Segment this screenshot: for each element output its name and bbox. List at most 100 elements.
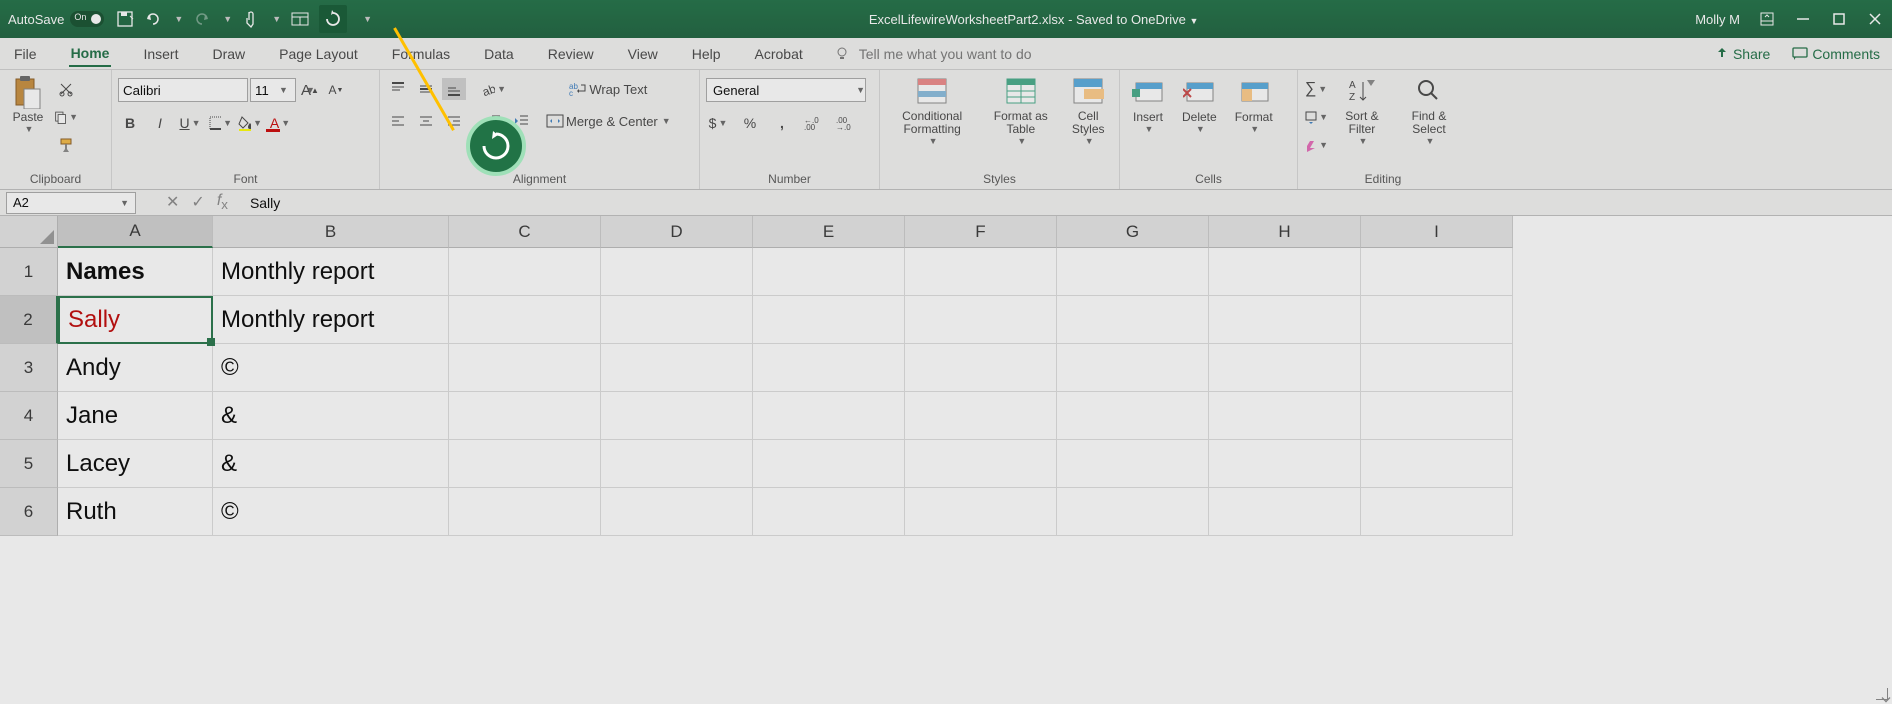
cell-B5[interactable]: &: [213, 440, 449, 488]
align-left-icon[interactable]: [386, 110, 410, 132]
border-icon[interactable]: ▼: [208, 112, 232, 134]
cell-B4[interactable]: &: [213, 392, 449, 440]
cell-A6[interactable]: Ruth: [58, 488, 213, 536]
cell-A5[interactable]: Lacey: [58, 440, 213, 488]
underline-icon[interactable]: U▼: [178, 112, 202, 134]
repeat-icon[interactable]: [319, 5, 347, 33]
comma-icon[interactable]: ,: [770, 112, 794, 134]
sum-icon[interactable]: ∑▼: [1304, 78, 1328, 100]
tab-formulas[interactable]: Formulas: [390, 42, 452, 66]
cell-B1[interactable]: Monthly report: [213, 248, 449, 296]
comments-button[interactable]: Comments: [1792, 46, 1880, 62]
tab-review[interactable]: Review: [546, 42, 596, 66]
conditional-formatting-button[interactable]: Conditional Formatting▼: [886, 74, 978, 148]
cell-F1[interactable]: [905, 248, 1057, 296]
select-all-corner[interactable]: [0, 216, 58, 248]
cell-H6[interactable]: [1209, 488, 1361, 536]
autosave[interactable]: AutoSave On: [8, 11, 104, 27]
column-header-B[interactable]: B: [213, 216, 449, 248]
cell-I2[interactable]: [1361, 296, 1513, 344]
user-name[interactable]: Molly M: [1695, 12, 1740, 27]
cell-A2[interactable]: Sally: [58, 296, 213, 344]
cell-I5[interactable]: [1361, 440, 1513, 488]
tab-file[interactable]: File: [12, 42, 39, 66]
cell-G2[interactable]: [1057, 296, 1209, 344]
cell-G1[interactable]: [1057, 248, 1209, 296]
row-header-2[interactable]: 2: [0, 296, 58, 344]
cell-G6[interactable]: [1057, 488, 1209, 536]
cell-H5[interactable]: [1209, 440, 1361, 488]
copy-icon[interactable]: ▼: [54, 106, 78, 128]
cell-B3[interactable]: ©: [213, 344, 449, 392]
row-header-3[interactable]: 3: [0, 344, 58, 392]
row-header-6[interactable]: 6: [0, 488, 58, 536]
cell-F3[interactable]: [905, 344, 1057, 392]
cell-E6[interactable]: [753, 488, 905, 536]
cell-A4[interactable]: Jane: [58, 392, 213, 440]
cell-F2[interactable]: [905, 296, 1057, 344]
decrease-decimal-icon[interactable]: .00→.0: [834, 112, 858, 134]
cell-B6[interactable]: ©: [213, 488, 449, 536]
cell-B2[interactable]: Monthly report: [213, 296, 449, 344]
cell-H4[interactable]: [1209, 392, 1361, 440]
cancel-formula-icon[interactable]: ✕: [166, 192, 179, 212]
enter-formula-icon[interactable]: ✓: [191, 192, 204, 212]
cell-F5[interactable]: [905, 440, 1057, 488]
tab-home[interactable]: Home: [69, 41, 112, 67]
cell-E3[interactable]: [753, 344, 905, 392]
tab-page-layout[interactable]: Page Layout: [277, 42, 360, 66]
italic-icon[interactable]: I: [148, 112, 172, 134]
cell-C2[interactable]: [449, 296, 601, 344]
ribbon-options-icon[interactable]: [1758, 10, 1776, 28]
format-painter-icon[interactable]: [54, 134, 78, 156]
tab-insert[interactable]: Insert: [141, 42, 180, 66]
merge-center-button[interactable]: Merge & Center▼: [546, 110, 671, 132]
cell-C6[interactable]: [449, 488, 601, 536]
cut-icon[interactable]: [54, 78, 78, 100]
font-color-icon[interactable]: A▼: [268, 112, 292, 134]
align-bottom-icon[interactable]: [442, 78, 466, 100]
column-header-D[interactable]: D: [601, 216, 753, 248]
cell-D6[interactable]: [601, 488, 753, 536]
increase-decimal-icon[interactable]: ←.0.00: [802, 112, 826, 134]
cell-E1[interactable]: [753, 248, 905, 296]
cell-C1[interactable]: [449, 248, 601, 296]
cell-D2[interactable]: [601, 296, 753, 344]
redo-icon[interactable]: [193, 10, 211, 28]
column-header-A[interactable]: A: [58, 216, 213, 248]
clear-icon[interactable]: ▼: [1304, 134, 1328, 156]
autosave-toggle[interactable]: On: [70, 11, 104, 27]
percent-icon[interactable]: %: [738, 112, 762, 134]
close-icon[interactable]: [1866, 10, 1884, 28]
cell-H2[interactable]: [1209, 296, 1361, 344]
tell-me-search[interactable]: Tell me what you want to do: [835, 46, 1032, 62]
cell-C4[interactable]: [449, 392, 601, 440]
tab-help[interactable]: Help: [690, 42, 723, 66]
cell-G5[interactable]: [1057, 440, 1209, 488]
orientation-icon[interactable]: ab▼: [482, 78, 506, 100]
tab-data[interactable]: Data: [482, 42, 516, 66]
row-header-5[interactable]: 5: [0, 440, 58, 488]
cell-D1[interactable]: [601, 248, 753, 296]
bold-icon[interactable]: B: [118, 112, 142, 134]
save-status[interactable]: Saved to OneDrive: [1076, 12, 1186, 27]
fill-color-icon[interactable]: ▼: [238, 112, 262, 134]
cell-G3[interactable]: [1057, 344, 1209, 392]
save-icon[interactable]: [116, 10, 134, 28]
column-header-G[interactable]: G: [1057, 216, 1209, 248]
cell-F4[interactable]: [905, 392, 1057, 440]
cell-styles-button[interactable]: Cell Styles▼: [1063, 74, 1113, 148]
row-header-1[interactable]: 1: [0, 248, 58, 296]
cell-D5[interactable]: [601, 440, 753, 488]
cell-C3[interactable]: [449, 344, 601, 392]
tab-acrobat[interactable]: Acrobat: [753, 42, 805, 66]
cell-I6[interactable]: [1361, 488, 1513, 536]
cell-I4[interactable]: [1361, 392, 1513, 440]
sort-filter-button[interactable]: AZSort & Filter▼: [1332, 74, 1392, 148]
form-icon[interactable]: [291, 10, 309, 28]
cell-E5[interactable]: [753, 440, 905, 488]
number-format-select[interactable]: General▼: [706, 78, 866, 102]
cell-H1[interactable]: [1209, 248, 1361, 296]
decrease-font-icon[interactable]: A▼: [324, 79, 348, 101]
font-name-select[interactable]: ▼: [118, 78, 248, 102]
